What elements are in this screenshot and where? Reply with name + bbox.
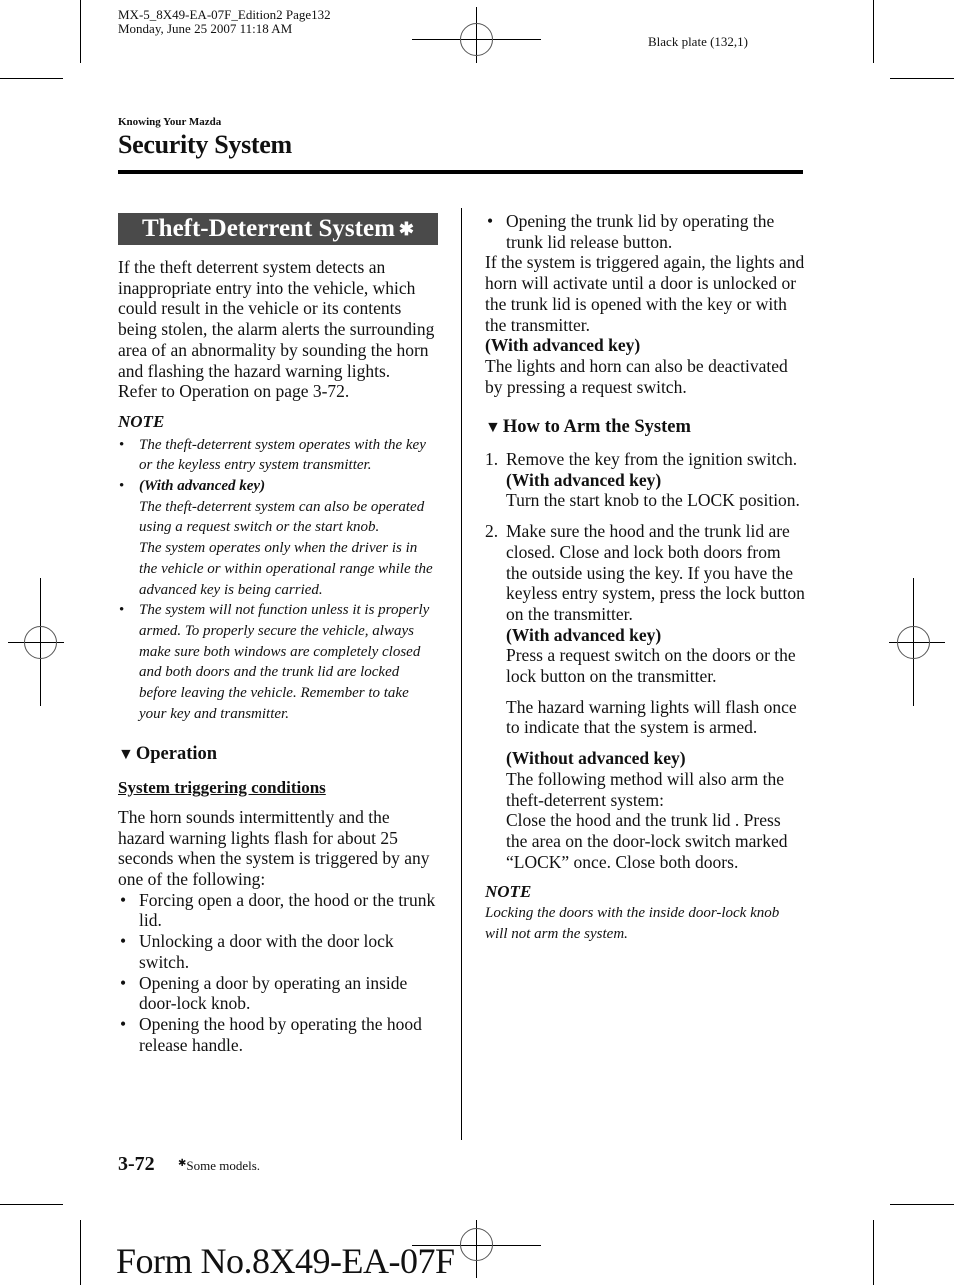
trigger-list-continued: Opening the trunk lid by operating the t… <box>485 211 805 252</box>
note-item: The system will not function unless it i… <box>118 600 438 724</box>
retrigger-paragraph: If the system is triggered again, the li… <box>485 252 805 335</box>
triggering-heading: System triggering conditions <box>118 778 326 798</box>
trigger-list: Forcing open a door, the hood or the tru… <box>118 890 438 1056</box>
list-item: Opening the trunk lid by operating the t… <box>485 211 805 252</box>
crop-mark <box>80 0 81 63</box>
left-column: Theft-Deterrent System ✱ If the theft det… <box>118 213 438 1055</box>
crop-mark <box>80 1220 81 1285</box>
arm-steps: 1. Remove the key from the ignition swit… <box>485 449 805 872</box>
note-item: (With advanced key) The theft-deterrent … <box>118 476 438 600</box>
crop-mark <box>0 1204 63 1205</box>
note-list: The theft-deterrent system operates with… <box>118 435 438 725</box>
crop-mark <box>873 0 874 63</box>
crop-mark <box>0 78 63 79</box>
advanced-key-paragraph: The lights and horn can also be deactiva… <box>485 355 788 397</box>
triangle-down-icon: ▼ <box>485 419 501 437</box>
registration-circle-icon <box>460 1228 493 1261</box>
page-number: 3-72 <box>118 1153 155 1175</box>
crop-mark <box>873 1220 874 1285</box>
right-column: Opening the trunk lid by operating the t… <box>485 211 805 945</box>
step-number: 2. <box>485 521 499 542</box>
triggering-intro: The horn sounds intermittently and the h… <box>118 806 430 889</box>
crop-mark <box>890 78 954 79</box>
date-line: Monday, June 25 2007 11:18 AM <box>118 21 293 36</box>
page-title: Security System <box>118 130 292 159</box>
list-item: Opening the hood by operating the hood r… <box>118 1014 438 1055</box>
plate-label: Black plate (132,1) <box>648 34 748 49</box>
step-item: 2. Make sure the hood and the trunk lid … <box>485 521 805 872</box>
registration-circle-icon <box>897 626 930 659</box>
crop-mark <box>890 1204 954 1205</box>
banner-title: Theft-Deterrent System <box>141 215 395 242</box>
title-rule <box>118 170 803 174</box>
step-item: 1. Remove the key from the ignition swit… <box>485 449 800 511</box>
section-kicker: Knowing Your Mazda <box>118 116 222 128</box>
file-line: MX-5_8X49-EA-07F_Edition2 Page132 <box>118 7 331 22</box>
form-number: Form No.8X49-EA-07F <box>116 1241 455 1281</box>
intro-paragraph: If the theft deterrent system detects an… <box>118 257 435 381</box>
list-item: Opening a door by operating an inside do… <box>118 973 438 1014</box>
column-divider <box>461 208 462 1140</box>
advanced-key-label: (With advanced key) <box>485 335 641 356</box>
arm-heading: ▼ How to Arm the System <box>485 417 691 438</box>
step-number: 1. <box>485 449 499 470</box>
refer-link[interactable]: Refer to Operation on page 3-72. <box>118 381 438 402</box>
triangle-down-icon: ▼ <box>118 746 134 764</box>
note-label: NOTE <box>118 411 165 431</box>
list-item: Unlocking a door with the door lock swit… <box>118 931 438 972</box>
print-metadata: MX-5_8X49-EA-07F_Edition2 Page132 Monday… <box>118 8 331 36</box>
registration-circle-icon <box>24 626 57 659</box>
list-item: Forcing open a door, the hood or the tru… <box>118 890 438 931</box>
section-banner: Theft-Deterrent System ✱ <box>118 213 438 245</box>
some-models-marker-icon: ✱ <box>398 219 414 239</box>
note-text: Locking the doors with the inside door-l… <box>485 905 780 942</box>
operation-heading: ▼ Operation <box>118 744 218 765</box>
registration-circle-icon <box>460 23 493 56</box>
note-label: NOTE <box>485 882 532 902</box>
footnote: ✱Some models. <box>178 1158 261 1173</box>
note-item: The theft-deterrent system operates with… <box>118 435 438 476</box>
